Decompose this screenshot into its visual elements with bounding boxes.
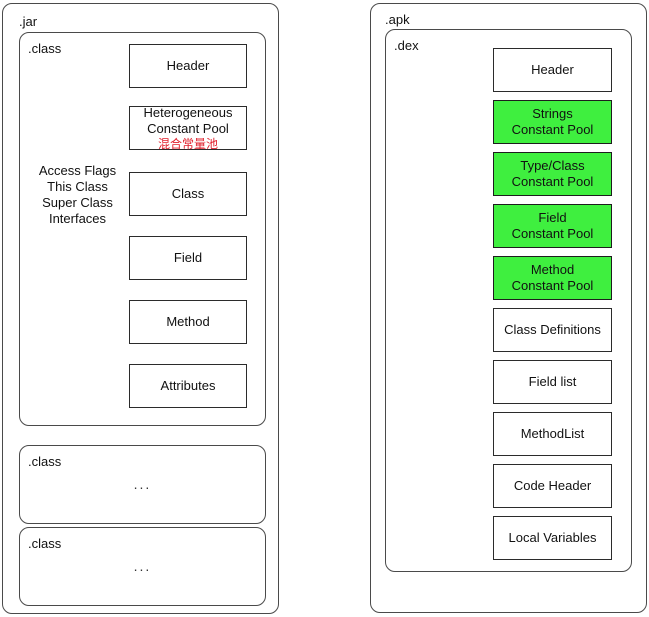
access-flags-note: Access Flags This Class Super Class Inte… <box>30 163 125 227</box>
dex-label: .dex <box>394 38 419 53</box>
class-label-main: .class <box>28 41 62 56</box>
section-title: Method <box>530 262 575 277</box>
section-title: Field list <box>528 374 577 389</box>
section-title: MethodList <box>520 426 585 441</box>
class-label-2: .class <box>28 454 62 469</box>
class-container-main: .class Access Flags This Class Super Cla… <box>19 32 266 426</box>
dex-section-strings-constant-pool: Strings Constant Pool <box>493 100 612 144</box>
class-label-3: .class <box>28 536 62 551</box>
section-title: Field <box>538 210 567 225</box>
dex-section-code-header: Code Header <box>493 464 612 508</box>
dex-section-local-variables: Local Variables <box>493 516 612 560</box>
this-class-line: This Class <box>47 179 108 194</box>
section-title: Header <box>531 62 574 77</box>
dex-section-method-list: MethodList <box>493 412 612 456</box>
section-title: Attributes <box>160 378 216 393</box>
dex-section-class-definitions: Class Definitions <box>493 308 612 352</box>
section-title: Method <box>166 314 210 329</box>
access-flags-line: Access Flags <box>38 163 117 178</box>
section-title: Code Header <box>513 478 592 493</box>
section-title: Local Variables <box>508 530 597 545</box>
class-section-method: Method <box>129 300 247 344</box>
section-subtitle: Constant Pool <box>511 226 594 241</box>
apk-container: .apk .dex Header Strings Constant Pool T… <box>370 3 647 613</box>
section-subtitle: Constant Pool <box>511 174 594 189</box>
class-section-attributes: Attributes <box>129 364 247 408</box>
section-title: Heterogeneous <box>143 104 233 120</box>
super-class-line: Super Class <box>42 195 113 210</box>
class-container-placeholder-2: .class ... <box>19 445 266 524</box>
dex-section-field-constant-pool: Field Constant Pool <box>493 204 612 248</box>
section-subtitle: Constant Pool <box>511 122 594 137</box>
class-section-constant-pool: Heterogeneous Constant Pool 混合常量池 <box>129 104 247 151</box>
section-subtitle: Constant Pool <box>147 120 229 136</box>
section-title: Header <box>166 58 210 73</box>
dex-section-header: Header <box>493 48 612 92</box>
section-title: Type/Class <box>520 158 585 173</box>
ellipsis-placeholder: ... <box>133 476 152 492</box>
apk-label: .apk <box>385 12 410 27</box>
class-section-class: Class <box>129 172 247 216</box>
section-chinese-label: 混合常量池 <box>157 136 218 151</box>
class-section-field: Field <box>129 236 247 280</box>
section-subtitle: Constant Pool <box>511 278 594 293</box>
dex-section-field-list: Field list <box>493 360 612 404</box>
jar-container: .jar .class Access Flags This Class Supe… <box>2 3 279 614</box>
class-section-header: Header <box>129 44 247 88</box>
section-title: Class <box>171 186 205 201</box>
section-title: Field <box>173 250 203 265</box>
section-title: Class Definitions <box>504 322 601 337</box>
class-container-placeholder-3: .class ... <box>19 527 266 606</box>
dex-container: .dex Header Strings Constant Pool Type/C… <box>385 29 632 572</box>
section-title: Strings <box>532 106 573 121</box>
ellipsis-placeholder: ... <box>133 558 152 574</box>
jar-label: .jar <box>19 14 38 29</box>
dex-section-method-constant-pool: Method Constant Pool <box>493 256 612 300</box>
dex-section-type-class-constant-pool: Type/Class Constant Pool <box>493 152 612 196</box>
interfaces-line: Interfaces <box>48 211 107 226</box>
